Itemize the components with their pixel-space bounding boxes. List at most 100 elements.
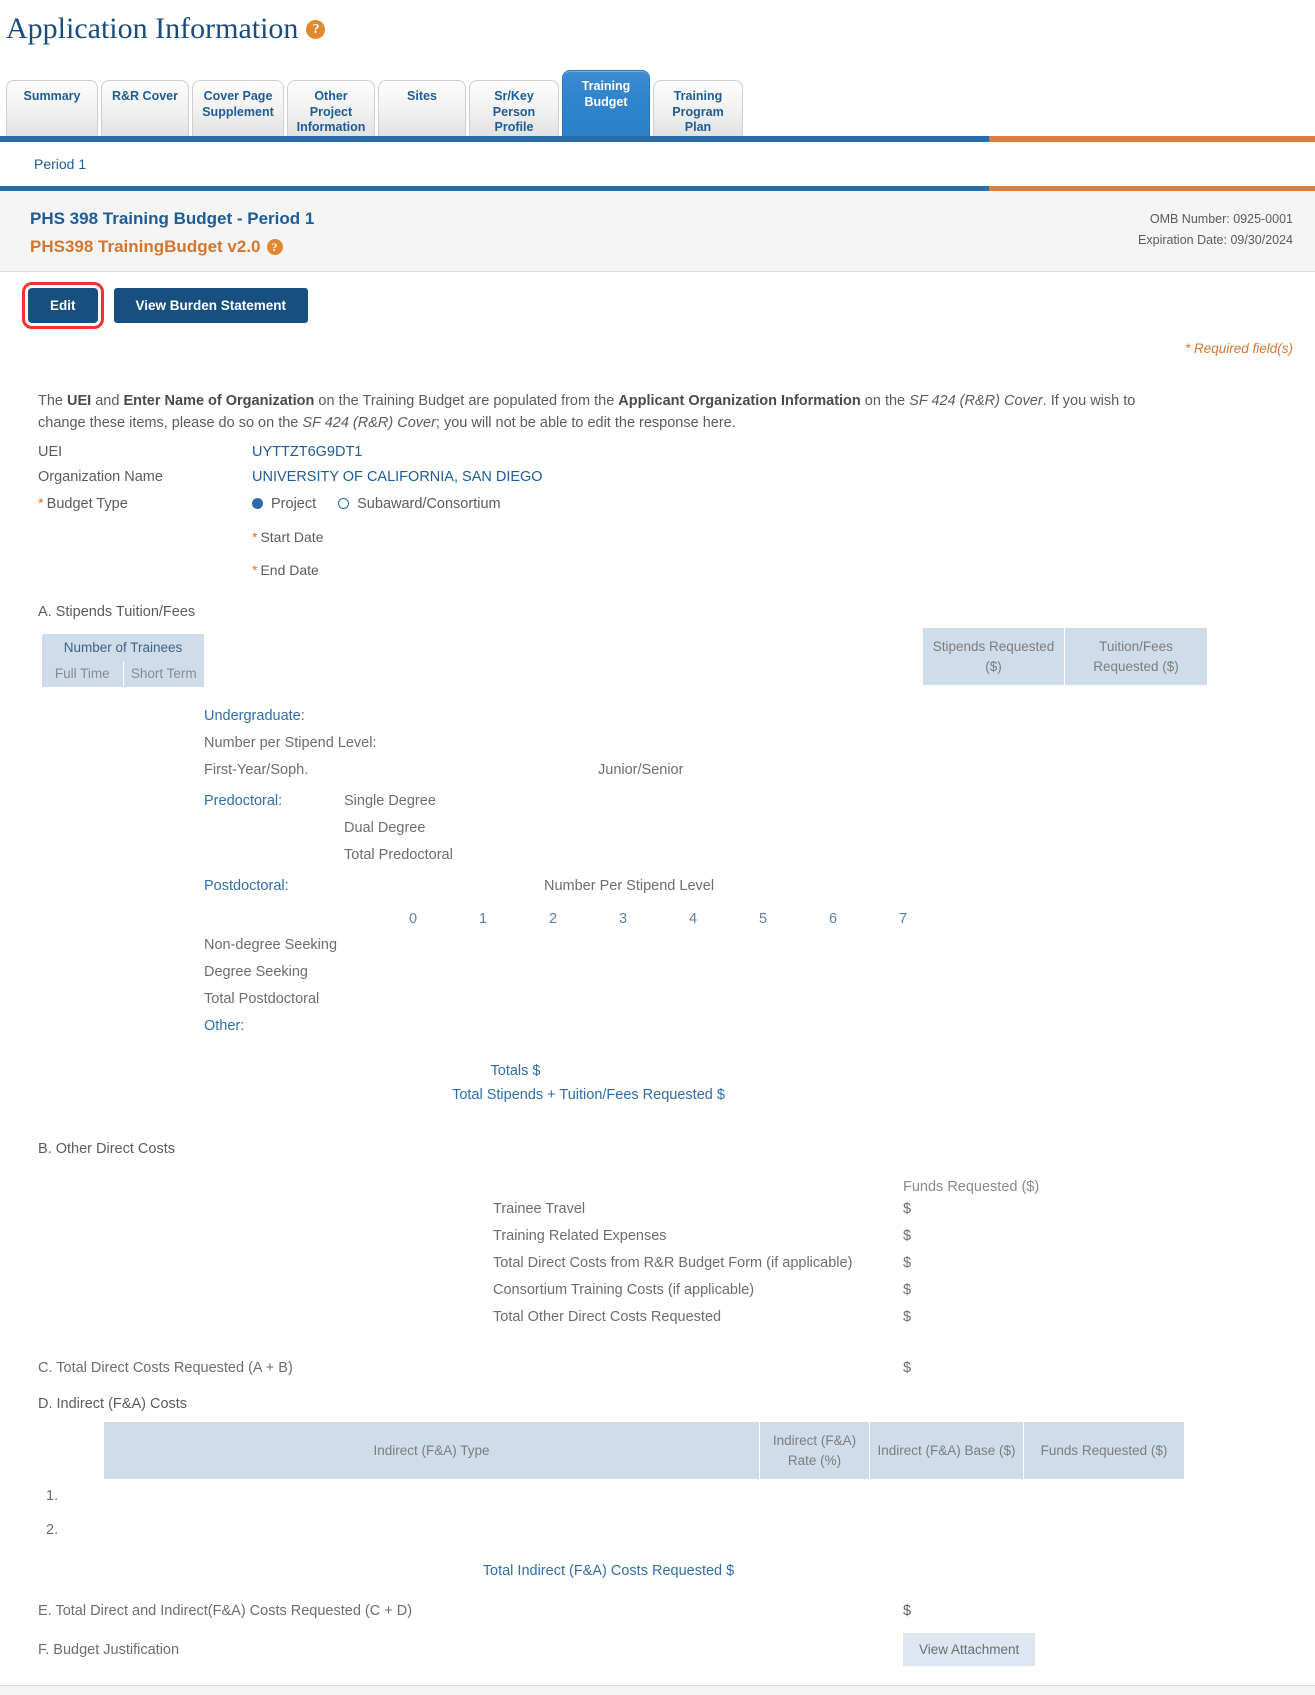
funds-requested-header: Funds Requested ($) [903, 1178, 1040, 1195]
level-0: 0 [408, 910, 418, 927]
organization-label: Organization Name [38, 468, 163, 485]
section-c-value: $ [903, 1359, 912, 1376]
total-predoctoral-row: Total Predoctoral [38, 847, 1293, 874]
level-5: 5 [758, 910, 768, 927]
uei-label: UEI [38, 443, 63, 460]
undergraduate-row: Undergraduate: [38, 708, 1293, 735]
col-indirect-base: Indirect (F&A) Base ($) [870, 1421, 1024, 1480]
form-header: PHS 398 Training Budget - Period 1 PHS39… [0, 191, 1315, 272]
col-funds-requested: Funds Requested ($) [1024, 1421, 1184, 1480]
intro-text: on the Training Budget are populated fro… [314, 393, 619, 409]
consortium-training-costs-row: Consortium Training Costs (if applicable… [38, 1282, 1293, 1309]
postdoctoral-label: Postdoctoral: [204, 877, 289, 894]
trainee-travel-label: Trainee Travel [493, 1200, 586, 1217]
section-b-heading: B. Other Direct Costs [38, 1140, 175, 1157]
intro-bold-applicant: Applicant Organization Information [618, 393, 861, 409]
expiration-date: Expiration Date: 09/30/2024 [1138, 233, 1293, 248]
tab-cover-page-supplement[interactable]: Cover Page Supplement [192, 80, 284, 142]
number-of-trainees-title: Number of Trainees [63, 639, 183, 655]
period-1-link[interactable]: Period 1 [34, 156, 86, 172]
total-other-direct-costs-label: Total Other Direct Costs Requested [493, 1308, 722, 1325]
total-stipends-tuition-row: Total Stipends + Tuition/Fees Requested … [452, 1086, 725, 1103]
tab-summary[interactable]: Summary [6, 80, 98, 142]
level-6: 6 [828, 910, 838, 927]
budget-type-row: * Budget Type Project Subaward/Consortium [38, 496, 1293, 512]
end-date-row: * End Date [252, 562, 1293, 578]
help-icon[interactable]: ? [306, 19, 326, 39]
intro-paragraph: The UEI and Enter Name of Organization o… [38, 390, 1148, 435]
col-tuition-fees-requested: Tuition/Fees Requested ($) [1065, 627, 1207, 686]
level-1: 1 [478, 910, 488, 927]
required-fields-note: * Required field(s) [1184, 341, 1293, 356]
postdoc-level-numbers: 0 1 2 3 4 5 6 7 [378, 911, 1293, 927]
radio-project-label[interactable]: Project [271, 496, 316, 512]
uei-row: UEI UYTTZT6G9DT1 [38, 444, 1293, 460]
indirect-row-1: 1. [46, 1488, 59, 1505]
tab-label: Cover Page Supplement [202, 89, 274, 119]
underline-blue [0, 136, 989, 142]
intro-italic-cover: SF 424 (R&R) Cover [909, 393, 1043, 409]
budget-type-label-text: Budget Type [46, 495, 128, 512]
level-7: 7 [898, 910, 908, 927]
omb-number: OMB Number: 0925-0001 [1149, 212, 1293, 226]
radio-project[interactable] [252, 498, 263, 510]
tab-label: Sr/Key Person Profile [492, 89, 536, 135]
total-other-direct-costs-value: $ [903, 1308, 912, 1325]
col-indirect-type: Indirect (F&A) Type [104, 1421, 760, 1480]
action-bar: Edit View Burden Statement [0, 272, 1315, 329]
tab-label: Training Budget [581, 79, 631, 109]
level-3: 3 [618, 910, 628, 927]
section-f-row: F. Budget Justification View Attachment [38, 1633, 1293, 1667]
section-d-heading: D. Indirect (F&A) Costs [38, 1395, 188, 1412]
consortium-training-costs-label: Consortium Training Costs (if applicable… [493, 1281, 755, 1298]
edit-button[interactable]: Edit [22, 282, 104, 329]
radio-subaward-consortium[interactable] [338, 498, 350, 510]
degree-seeking-row: Degree Seeking [38, 964, 1293, 991]
tab-sr-key-person-profile[interactable]: Sr/Key Person Profile [469, 80, 559, 142]
tab-training-program-plan[interactable]: Training Program Plan [653, 80, 743, 142]
totals-row: Totals $ [490, 1062, 541, 1079]
required-asterisk: * [38, 495, 44, 512]
trainee-travel-value: $ [903, 1200, 912, 1217]
first-year-soph-label: First-Year/Soph. [204, 761, 309, 778]
view-attachment-button[interactable]: View Attachment [903, 1633, 1036, 1667]
level-4: 4 [688, 910, 698, 927]
organization-value: UNIVERSITY OF CALIFORNIA, SAN DIEGO [252, 468, 543, 485]
tab-bar: Summary R&R Cover Cover Page Supplement … [0, 62, 1315, 142]
dual-degree-row: Dual Degree [38, 820, 1293, 847]
view-burden-statement-button[interactable]: View Burden Statement [113, 288, 309, 323]
tab-sites[interactable]: Sites [378, 80, 466, 142]
page-header: Application Information ? [0, 0, 1315, 44]
tab-other-project-information[interactable]: Other Project Information [287, 80, 375, 142]
end-date-label: End Date [260, 561, 319, 578]
period-nav-underline [0, 186, 1315, 191]
total-postdoctoral-row: Total Postdoctoral [38, 991, 1293, 1018]
page-title: Application Information [6, 12, 299, 45]
underline-orange [988, 136, 1315, 142]
start-date-label: Start Date [260, 528, 324, 545]
organization-row: Organization Name UNIVERSITY OF CALIFORN… [38, 469, 1293, 485]
training-related-expenses-label: Training Related Expenses [493, 1227, 667, 1244]
radio-subaward-consortium-label[interactable]: Subaward/Consortium [357, 496, 500, 512]
form-version: PHS398 TrainingBudget v2.0 [30, 237, 261, 256]
total-direct-costs-rr-row: Total Direct Costs from R&R Budget Form … [38, 1255, 1293, 1282]
footer-divider [0, 1685, 1315, 1695]
form-version-row: PHS398 TrainingBudget v2.0 ? [30, 237, 314, 257]
section-c-label: C. Total Direct Costs Requested (A + B) [38, 1359, 293, 1376]
postdoc-stipend-level-header: Number Per Stipend Level [544, 877, 715, 894]
tab-rr-cover[interactable]: R&R Cover [101, 80, 189, 142]
number-per-stipend-level-label: Number per Stipend Level: [204, 734, 377, 751]
consortium-training-costs-value: $ [903, 1281, 912, 1298]
tab-training-budget[interactable]: Training Budget [562, 70, 650, 142]
form-help-icon[interactable]: ? [266, 239, 283, 255]
total-direct-costs-rr-label: Total Direct Costs from R&R Budget Form … [493, 1254, 853, 1271]
intro-bold-uei: UEI [67, 393, 92, 409]
section-a-heading: A. Stipends Tuition/Fees [38, 603, 196, 620]
underline-blue [0, 186, 989, 191]
non-degree-seeking-row: Non-degree Seeking [38, 937, 1293, 964]
start-date-row: * Start Date [252, 529, 1293, 545]
degree-seeking-label: Degree Seeking [204, 963, 308, 980]
form-header-right: OMB Number: 0925-0001 Expiration Date: 0… [1138, 209, 1293, 252]
tab-label: Training Program Plan [672, 89, 724, 135]
total-postdoctoral-label: Total Postdoctoral [204, 990, 320, 1007]
